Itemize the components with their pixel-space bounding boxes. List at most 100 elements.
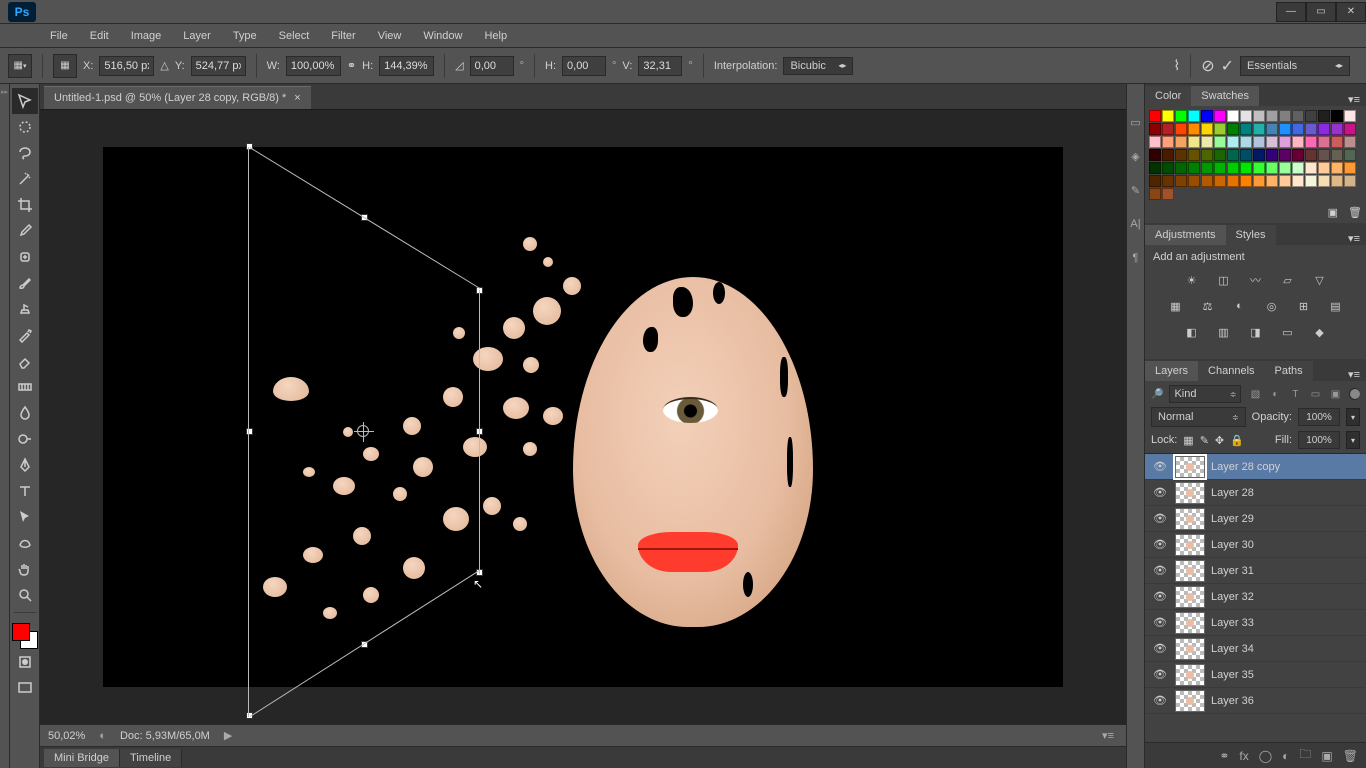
layer-visibility-icon[interactable]: 👁 [1151,642,1169,655]
swatch[interactable] [1188,136,1200,148]
layer-thumbnail[interactable] [1175,638,1205,660]
swatch[interactable] [1240,162,1252,174]
path-selection-tool[interactable] [12,504,38,530]
close-button[interactable]: ✕ [1336,2,1366,22]
levels-icon[interactable]: ◫ [1213,271,1235,289]
layer-visibility-icon[interactable]: 👁 [1151,564,1169,577]
crop-tool[interactable] [12,192,38,218]
layer-row[interactable]: 👁Layer 32 [1145,584,1366,610]
swatch[interactable] [1266,110,1278,122]
brush-tool[interactable] [12,270,38,296]
zoom-tool[interactable] [12,582,38,608]
canvas[interactable]: ↖ [103,147,1063,687]
swatch[interactable] [1149,136,1161,148]
y-input[interactable] [191,56,246,76]
new-fill-adjustment-icon[interactable]: ◐ [1282,749,1289,763]
swatch[interactable] [1331,110,1343,122]
swatch[interactable] [1240,136,1252,148]
layer-row[interactable]: 👁Layer 28 copy [1145,454,1366,480]
menu-layer[interactable]: Layer [173,27,221,45]
filter-type-icon[interactable]: T [1287,386,1303,402]
hand-tool[interactable] [12,556,38,582]
swatch[interactable] [1331,123,1343,135]
status-exposure-icon[interactable]: ◐ [99,730,106,742]
vibrance-icon[interactable]: ▽ [1309,271,1331,289]
swatch[interactable] [1266,175,1278,187]
swatch[interactable] [1162,162,1174,174]
channel-mixer-icon[interactable]: ⊞ [1293,297,1315,315]
character-panel-icon[interactable]: A| [1128,216,1144,232]
pen-tool[interactable] [12,452,38,478]
shape-tool[interactable] [12,530,38,556]
swatch[interactable] [1331,162,1343,174]
swatch[interactable] [1227,123,1239,135]
cancel-transform-icon[interactable]: ⊘ [1201,56,1214,76]
swatch[interactable] [1201,123,1213,135]
swatch[interactable] [1318,136,1330,148]
swatch[interactable] [1240,110,1252,122]
invert-icon[interactable]: ◧ [1181,323,1203,341]
tab-channels[interactable]: Channels [1198,361,1264,381]
swatch[interactable] [1279,149,1291,161]
swatch[interactable] [1279,110,1291,122]
menu-select[interactable]: Select [269,27,320,45]
layers-panel-menu-icon[interactable]: ▾≡ [1342,368,1366,381]
swatch[interactable] [1305,123,1317,135]
swatch[interactable] [1175,136,1187,148]
warp-mode-icon[interactable]: ⌇ [1173,57,1180,74]
h-input[interactable] [379,56,434,76]
color-lookup-icon[interactable]: ▤ [1325,297,1347,315]
brush-panel-icon[interactable]: ✎ [1128,182,1144,198]
swatch[interactable] [1175,162,1187,174]
layer-thumbnail[interactable] [1175,482,1205,504]
swatch[interactable] [1162,175,1174,187]
swatch[interactable] [1318,123,1330,135]
new-swatch-icon[interactable]: ▣ [1328,206,1338,219]
swatch[interactable] [1201,110,1213,122]
x-input[interactable] [99,56,154,76]
swatch[interactable] [1331,136,1343,148]
opacity-dropdown-icon[interactable]: ▾ [1346,408,1360,426]
layer-row[interactable]: 👁Layer 34 [1145,636,1366,662]
new-layer-icon[interactable]: ▣ [1321,749,1332,763]
new-group-icon[interactable]: 🗀 [1299,745,1311,766]
tab-paths[interactable]: Paths [1265,361,1313,381]
swatch[interactable] [1162,110,1174,122]
zoom-level[interactable]: 50,02% [48,730,85,742]
menu-image[interactable]: Image [121,27,172,45]
commit-transform-icon[interactable]: ✓ [1221,56,1234,76]
swatch[interactable] [1292,162,1304,174]
transform-tool-preset-icon[interactable]: ▦▾ [8,54,32,78]
fill-dropdown-icon[interactable]: ▾ [1346,431,1360,449]
swatch[interactable] [1266,162,1278,174]
lock-all-icon[interactable]: 🔒 [1230,434,1244,447]
layer-visibility-icon[interactable]: 👁 [1151,486,1169,499]
adjustments-panel-menu-icon[interactable]: ▾≡ [1342,232,1366,245]
swatch[interactable] [1162,188,1174,200]
swatch[interactable] [1318,149,1330,161]
swatch[interactable] [1279,162,1291,174]
eraser-tool[interactable] [12,348,38,374]
swatch[interactable] [1227,162,1239,174]
tab-timeline[interactable]: Timeline [120,749,182,767]
swatch[interactable] [1344,110,1356,122]
filter-kind-select[interactable]: Kind≑ [1169,385,1241,403]
layer-thumbnail[interactable] [1175,586,1205,608]
layer-visibility-icon[interactable]: 👁 [1151,460,1169,473]
clone-stamp-tool[interactable] [12,296,38,322]
swatch[interactable] [1292,136,1304,148]
swatch[interactable] [1188,162,1200,174]
lasso-tool[interactable] [12,140,38,166]
swatches-panel-menu-icon[interactable]: ▾≡ [1342,93,1366,106]
skew-v-input[interactable] [638,56,682,76]
swatch[interactable] [1175,110,1187,122]
swatch[interactable] [1175,123,1187,135]
fill-input[interactable] [1298,431,1340,449]
swatch[interactable] [1253,110,1265,122]
filter-shape-icon[interactable]: ▭ [1307,386,1323,402]
delete-swatch-icon[interactable]: 🗑 [1348,206,1362,219]
link-wh-icon[interactable]: ⚭ [347,59,356,72]
layer-visibility-icon[interactable]: 👁 [1151,590,1169,603]
tab-swatches[interactable]: Swatches [1191,86,1259,106]
swatch[interactable] [1227,110,1239,122]
